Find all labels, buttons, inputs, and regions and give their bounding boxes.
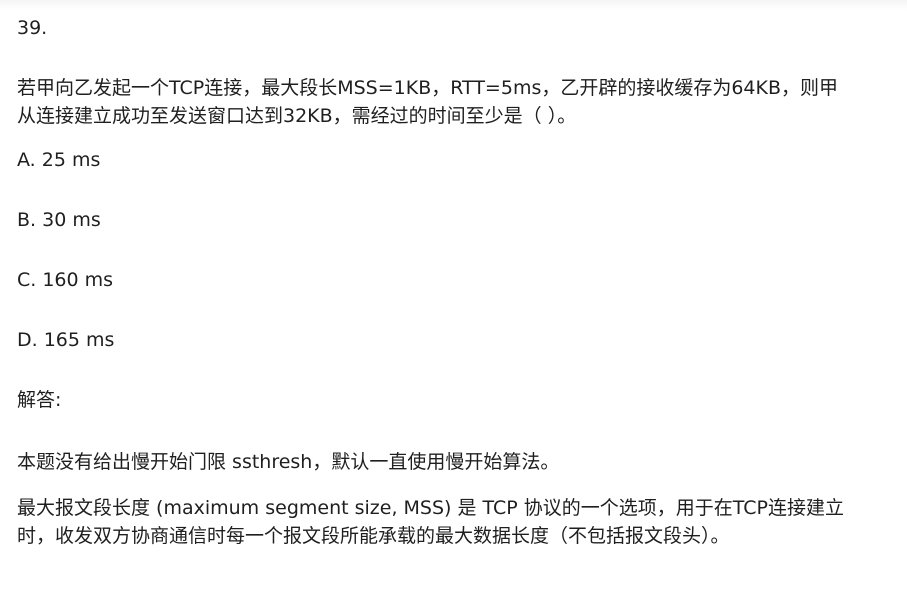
question-stem-line-2: 从连接建立成功至发送窗口达到32KB，需经过的时间至少是（ ）。: [17, 105, 577, 127]
question-stem: 若甲向乙发起一个TCP连接，最大段长MSS=1KB，RTT=5ms，乙开辟的接收…: [17, 74, 887, 130]
answer-paragraph-2-line-1: 最大报文段长度 (maximum segment size, MSS) 是 TC…: [17, 497, 845, 519]
top-shadow: [0, 0, 907, 10]
answer-paragraph-1: 本题没有给出慢开始门限 ssthresh，默认一直使用慢开始算法。: [17, 451, 560, 473]
question-stem-line-1: 若甲向乙发起一个TCP连接，最大段长MSS=1KB，RTT=5ms，乙开辟的接收…: [17, 77, 839, 99]
question-content: 39. 若甲向乙发起一个TCP连接，最大段长MSS=1KB，RTT=5ms，乙开…: [17, 14, 887, 566]
option-d: D. 165 ms: [17, 329, 115, 351]
answer-label: 解答:: [17, 389, 62, 411]
answer-paragraph-2-line-2: 时，收发双方协商通信时每一个报文段所能承载的最大数据长度（不包括报文段头）。: [17, 525, 730, 547]
question-number: 39.: [17, 17, 48, 39]
answer-paragraph-2: 最大报文段长度 (maximum segment size, MSS) 是 TC…: [17, 494, 887, 550]
option-c: C. 160 ms: [17, 269, 114, 291]
option-a: A. 25 ms: [17, 149, 101, 171]
option-b: B. 30 ms: [17, 209, 101, 231]
